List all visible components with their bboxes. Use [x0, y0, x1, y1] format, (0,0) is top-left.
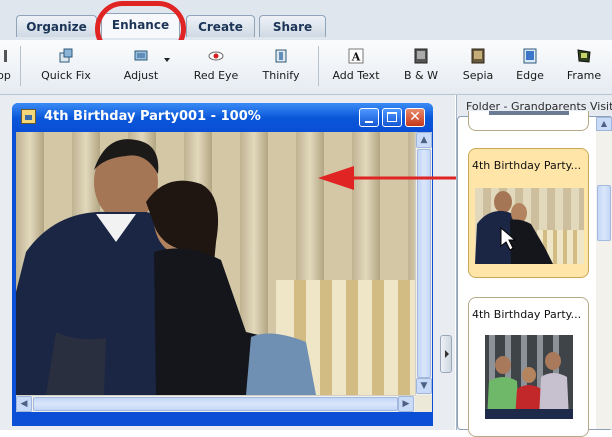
- red-arrow-annotation: [318, 166, 478, 190]
- close-icon: ✕: [409, 109, 421, 125]
- sepia-label: Sepia: [462, 69, 494, 82]
- close-button[interactable]: ✕: [405, 108, 425, 127]
- bin-scrollbar[interactable]: ▲: [596, 117, 612, 429]
- quick-fix-icon: [59, 48, 73, 63]
- tab-bar: Organize Enhance Create Share: [0, 0, 612, 40]
- add-text-icon: A: [348, 48, 364, 64]
- window-title: 4th Birthday Party001 - 100%: [44, 109, 261, 124]
- maximize-button[interactable]: [382, 108, 402, 127]
- red-eye-icon: [208, 51, 224, 61]
- crop-button[interactable]: op: [0, 40, 12, 94]
- thumbnail-image: [475, 188, 584, 264]
- chevron-down-icon[interactable]: [164, 58, 170, 62]
- minimize-icon: [365, 121, 373, 123]
- document-icon: [21, 109, 36, 124]
- adjust-button[interactable]: Adjust: [112, 40, 170, 94]
- tab-organize[interactable]: Organize: [16, 15, 97, 37]
- frame-button[interactable]: Frame: [563, 40, 605, 94]
- scroll-corner: [415, 395, 432, 412]
- edge-button[interactable]: Edge: [509, 40, 551, 94]
- black-white-button[interactable]: B & W: [400, 40, 442, 94]
- add-text-button[interactable]: A Add Text: [327, 40, 385, 94]
- black-white-icon: [414, 48, 428, 64]
- frame-icon: [577, 49, 591, 63]
- bin-scroll-thumb[interactable]: [597, 185, 611, 241]
- image-window: 4th Birthday Party001 - 100% ✕ ▲ ▼ ◀ ▶: [12, 103, 433, 426]
- thinify-icon: [275, 49, 287, 63]
- sepia-button[interactable]: Sepia: [457, 40, 499, 94]
- edge-icon: [523, 48, 537, 64]
- crop-label: op: [0, 69, 11, 82]
- list-item-selected[interactable]: 4th Birthday Party...: [468, 148, 589, 278]
- sepia-icon: [471, 48, 485, 64]
- scroll-left-button[interactable]: ◀: [16, 396, 32, 412]
- tab-create[interactable]: Create: [186, 15, 255, 37]
- thumbnail-label: 4th Birthday Party...: [472, 308, 582, 321]
- add-text-label: Add Text: [332, 69, 380, 82]
- thumbnail-image: [485, 335, 573, 419]
- window-bottom-border: [12, 412, 433, 426]
- toolbar-divider: [20, 46, 21, 86]
- red-eye-label: Red Eye: [193, 69, 239, 82]
- adjust-icon: [134, 50, 148, 61]
- frame-label: Frame: [566, 69, 602, 82]
- list-item[interactable]: 4th Birthday Party...: [468, 297, 589, 437]
- thinify-button[interactable]: Thinify: [256, 40, 306, 94]
- quick-fix-label: Quick Fix: [41, 69, 91, 82]
- edge-label: Edge: [516, 69, 544, 82]
- crop-icon: [4, 50, 7, 62]
- scroll-up-button[interactable]: ▲: [416, 132, 432, 148]
- thinify-label: Thinify: [262, 69, 300, 82]
- svg-text:A: A: [351, 51, 361, 64]
- horizontal-scrollbar[interactable]: ◀ ▶: [16, 395, 415, 412]
- toolbar-divider: [318, 46, 319, 86]
- photo-bin-panel: Folder - Grandparents Visit 4th Birthday…: [456, 95, 612, 437]
- toolbar: op Quick Fix Adjust Red Eye Thinify A Ad…: [0, 40, 612, 95]
- horizontal-scroll-thumb[interactable]: [33, 397, 398, 411]
- maximize-icon: [387, 112, 397, 122]
- tab-share[interactable]: Share: [259, 15, 326, 37]
- red-eye-button[interactable]: Red Eye: [188, 40, 244, 94]
- window-title-bar[interactable]: 4th Birthday Party001 - 100% ✕: [12, 103, 433, 131]
- bin-scroll-up-button[interactable]: ▲: [596, 117, 612, 131]
- minimize-button[interactable]: [359, 108, 379, 127]
- scroll-right-button[interactable]: ▶: [398, 396, 414, 412]
- collapse-panel-handle[interactable]: [440, 335, 452, 373]
- list-item[interactable]: [468, 111, 589, 131]
- partial-thumbnail: [489, 111, 569, 115]
- quick-fix-button[interactable]: Quick Fix: [37, 40, 95, 94]
- adjust-label: Adjust: [123, 69, 159, 82]
- photo-bin-list: 4th Birthday Party... 4th Birthday Party…: [457, 111, 612, 437]
- thumbnail-label: 4th Birthday Party...: [472, 159, 582, 172]
- black-white-label: B & W: [404, 69, 438, 82]
- scroll-down-button[interactable]: ▼: [416, 378, 432, 394]
